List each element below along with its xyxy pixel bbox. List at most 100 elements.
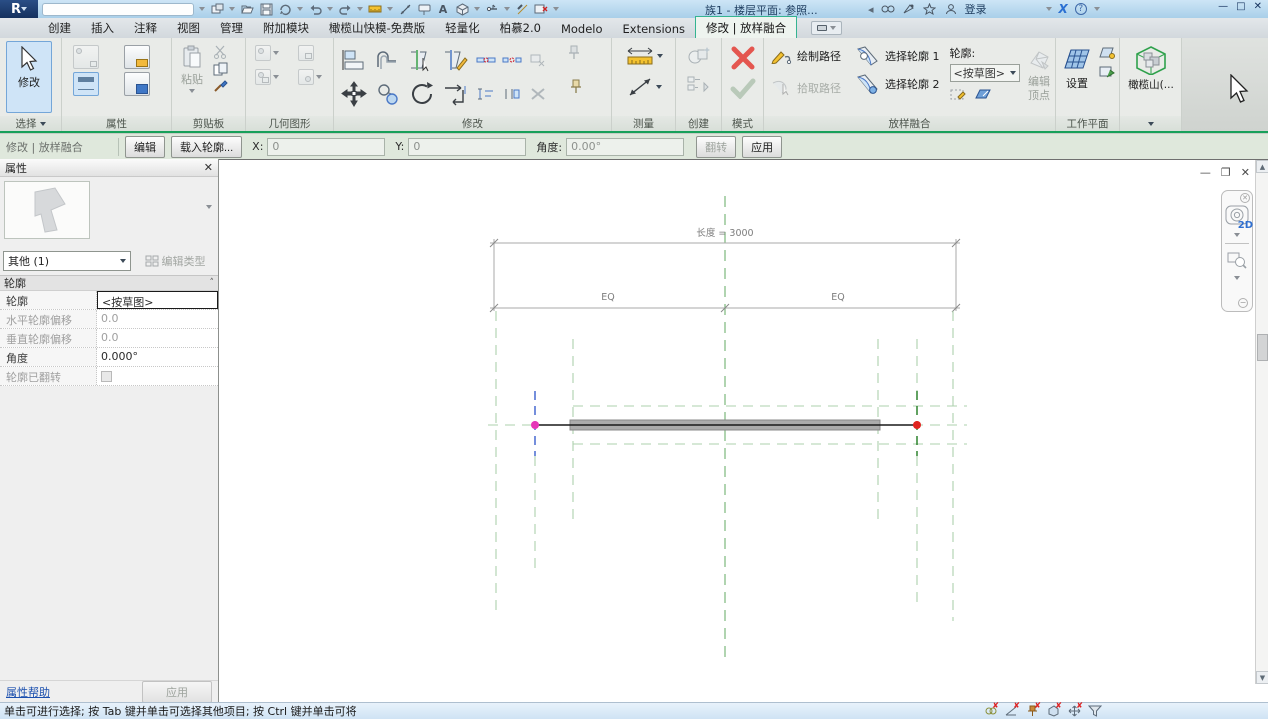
tab-extensions[interactable]: Extensions: [613, 19, 695, 38]
properties-help-link[interactable]: 属性帮助: [6, 684, 50, 700]
save-icon[interactable]: [259, 2, 273, 16]
select-pinned-toggle-icon[interactable]: ✘: [1025, 704, 1039, 718]
navbar-collapse-icon[interactable]: −: [1238, 298, 1248, 308]
panel-label-mode[interactable]: 模式: [722, 116, 763, 131]
edit-vertices-button[interactable]: 编辑 顶点: [1026, 45, 1052, 117]
section-icon[interactable]: [485, 2, 499, 16]
group-header-profile[interactable]: 轮廓 ˄: [0, 276, 218, 291]
profile-dropdown[interactable]: <按草图>: [950, 64, 1020, 82]
panel-label-create[interactable]: 创建: [676, 116, 721, 131]
wall-joins-icon[interactable]: [298, 69, 314, 85]
redo-caret-icon[interactable]: [357, 7, 363, 11]
undo-caret-icon[interactable]: [327, 7, 333, 11]
reference-planes[interactable]: [488, 311, 967, 621]
type-selector-dropdown[interactable]: 其他 (1): [3, 251, 131, 271]
align-small-icon[interactable]: [477, 87, 495, 101]
vertical-scrollbar[interactable]: ▲ ▼: [1255, 160, 1268, 684]
section-caret-icon[interactable]: [504, 7, 510, 11]
help-icon[interactable]: ?: [1075, 3, 1087, 15]
navbar-close-icon[interactable]: ✕: [1240, 193, 1250, 203]
olive-mountain-button[interactable]: 橄榄山(...: [1123, 41, 1179, 113]
synchronize-icon[interactable]: [278, 2, 292, 16]
aligned-dimension-icon[interactable]: [398, 2, 412, 16]
restore-icon[interactable]: □: [1236, 1, 1245, 12]
profile-flipped-checkbox[interactable]: [101, 371, 112, 382]
tab-bomu[interactable]: 柏慕2.0: [490, 17, 551, 38]
apply-button[interactable]: 应用: [742, 136, 782, 158]
measure-tool-caret-icon[interactable]: [657, 54, 663, 58]
steering-wheel-icon[interactable]: 2D: [1225, 205, 1249, 227]
drawing-area[interactable]: 长度 = 3000 EQ EQ: [219, 159, 1268, 702]
profile-value-cell[interactable]: <按草图>: [97, 291, 218, 309]
trim-extend-icon[interactable]: [443, 48, 469, 72]
property-row-profile[interactable]: 轮廓 <按草图>: [0, 291, 218, 310]
panel-label-sweep-blend[interactable]: 放样融合: [764, 116, 1055, 131]
modify-button[interactable]: 修改: [6, 41, 52, 113]
panel-label-clipboard[interactable]: 剪贴板: [172, 116, 245, 131]
pin-icon[interactable]: [567, 44, 581, 60]
paint-icon[interactable]: [255, 69, 271, 85]
offset-icon[interactable]: [375, 49, 401, 71]
measure-caret-icon[interactable]: [387, 7, 393, 11]
synchronize-caret-icon[interactable]: [297, 7, 303, 11]
zoom-caret-icon[interactable]: [1234, 276, 1240, 280]
tab-manage[interactable]: 管理: [210, 17, 253, 38]
select-links-toggle-icon[interactable]: ✘: [983, 704, 997, 718]
switch-windows-icon[interactable]: [210, 2, 224, 16]
drag-on-selection-toggle-icon[interactable]: ✘: [1067, 704, 1081, 718]
panel-label-work-plane[interactable]: 工作平面: [1056, 116, 1119, 131]
qat-overflow-caret-icon[interactable]: [199, 7, 205, 11]
cut-geometry-caret-icon[interactable]: [273, 51, 279, 55]
path-start-point[interactable]: [531, 421, 539, 429]
cut-geometry-icon[interactable]: [255, 45, 271, 61]
tab-modelo[interactable]: Modelo: [551, 19, 613, 38]
default-3d-view-caret-icon[interactable]: [474, 7, 480, 11]
panel-label-measure[interactable]: 测量: [612, 116, 675, 131]
select-underlay-toggle-icon[interactable]: ✘: [1004, 704, 1018, 718]
x-input[interactable]: [267, 138, 385, 156]
select-by-face-toggle-icon[interactable]: ✘: [1046, 704, 1060, 718]
exchange-apps-icon[interactable]: X: [1059, 2, 1068, 16]
array-icon[interactable]: [503, 87, 521, 101]
search-icon[interactable]: [881, 2, 895, 16]
sign-in-icon[interactable]: [944, 2, 958, 16]
wheel-caret-icon[interactable]: [1234, 233, 1240, 237]
mirror-icon[interactable]: [443, 82, 469, 106]
default-3d-view-icon[interactable]: [455, 2, 469, 16]
open-icon[interactable]: [240, 2, 254, 16]
flip-button[interactable]: 翻转: [696, 136, 736, 158]
properties-palette-icon[interactable]: [73, 72, 99, 96]
sign-in-label[interactable]: 登录: [965, 1, 987, 17]
pick-path-button[interactable]: 拾取路径: [767, 77, 845, 99]
tab-addins[interactable]: 附加模块: [253, 17, 319, 38]
panel-label-geometry[interactable]: 几何图形: [246, 116, 333, 131]
zoom-region-icon[interactable]: [1227, 250, 1247, 270]
tab-olive-quick[interactable]: 橄榄山快模-免费版: [319, 17, 435, 38]
tab-annotate[interactable]: 注释: [124, 17, 167, 38]
minimize-icon[interactable]: —: [1218, 1, 1228, 12]
y-input[interactable]: [408, 138, 526, 156]
family-category-icon[interactable]: [73, 45, 99, 69]
preview-expand-caret-icon[interactable]: [206, 205, 212, 209]
panel-label-olive[interactable]: [1120, 116, 1181, 131]
favorites-icon[interactable]: [923, 2, 937, 16]
tab-insert[interactable]: 插入: [81, 17, 124, 38]
thin-lines-icon[interactable]: [515, 2, 529, 16]
infocenter-collapse-icon[interactable]: ◂: [868, 3, 874, 16]
panel-label-modify[interactable]: 修改: [334, 116, 611, 131]
tab-modify-sweep-blend[interactable]: 修改 | 放样融合: [695, 16, 797, 38]
set-work-plane-button[interactable]: 设置: [1059, 43, 1095, 115]
panel-label-properties[interactable]: 属性: [62, 116, 171, 131]
edit-type-button[interactable]: 编辑类型: [135, 251, 215, 271]
view-minimize-icon[interactable]: —: [1200, 166, 1211, 179]
property-row-horizontal-offset[interactable]: 水平轮廓偏移 0.0: [0, 310, 218, 329]
edit-button[interactable]: 编辑: [125, 136, 165, 158]
close-icon[interactable]: ✕: [1254, 1, 1262, 12]
paste-button[interactable]: 粘贴: [175, 41, 209, 113]
match-type-icon[interactable]: [213, 79, 229, 93]
help-caret-icon[interactable]: [1094, 7, 1100, 11]
tab-view[interactable]: 视图: [167, 17, 210, 38]
move-icon[interactable]: [341, 81, 367, 107]
edit-profile-icon[interactable]: [950, 87, 968, 101]
properties-close-icon[interactable]: ✕: [204, 161, 213, 174]
